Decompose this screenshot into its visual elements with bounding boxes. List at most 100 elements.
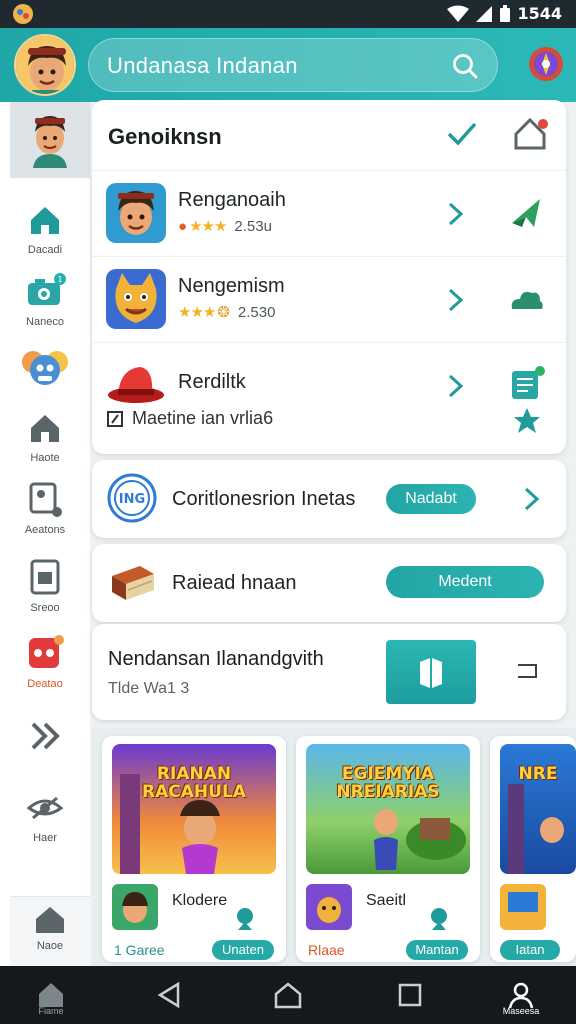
chevron-right-icon[interactable] [444, 285, 468, 315]
search-icon[interactable] [451, 52, 479, 80]
rating-coin-icon: ❂ [217, 304, 230, 321]
game-thumbnail [500, 884, 546, 930]
star-icon[interactable] [512, 406, 542, 436]
signal-icon [476, 5, 493, 22]
sidebar-item-game[interactable] [0, 346, 90, 390]
app-rating: ★★★ ❂ 2.530 [178, 303, 276, 322]
game-banner-title: RIANAN RACAHULA [142, 764, 246, 802]
app-name: Nengemism [178, 275, 285, 297]
app-rating: ● ★★★ 2.53u [178, 217, 272, 236]
connection-card[interactable]: ING Coritlonesrion Inetas Nadabt [92, 460, 566, 538]
game-action-button[interactable]: Unaten [212, 940, 274, 960]
app-thumbnail [106, 183, 166, 243]
storage-icon [30, 559, 60, 595]
sidebar: Dacadi 1 Naneco Haote Aeatons Sreoo Deat… [0, 102, 90, 966]
sidebar-item-haer[interactable]: Haer [0, 786, 90, 844]
sidebar-item-deatao[interactable]: Deatao [0, 632, 90, 690]
sidebar-item-aeatons[interactable]: Aeatons [0, 478, 90, 536]
avatar-face-icon [16, 36, 74, 94]
book-open-icon [420, 658, 442, 688]
sidebar-item-naneco[interactable]: 1 Naneco [0, 270, 90, 328]
game-banner-title: EGIEMYIA NREIARIAS [336, 764, 440, 802]
game-subtitle: Rlaae [308, 942, 345, 958]
game-banner: NRE [500, 744, 576, 874]
card-title: Genoiknsn [108, 124, 222, 149]
card-text: Raiead hnaan [172, 572, 297, 594]
back-icon[interactable] [154, 980, 184, 1010]
chevron-right-icon[interactable] [520, 484, 544, 514]
home-icon [31, 207, 59, 234]
game-banner: RIANAN RACAHULA [112, 744, 276, 874]
card-footer: Maetine ian vrlia6 [106, 408, 273, 429]
wifi-icon [447, 5, 470, 22]
recents-icon[interactable] [395, 980, 425, 1010]
app-thumbnail [106, 355, 166, 415]
sidebar-item-label: Dacadi [27, 244, 63, 256]
search-input[interactable]: Undanasa Indanan [107, 53, 298, 79]
app-thumbnail [106, 269, 166, 329]
gallery-icon [29, 482, 62, 517]
list-item[interactable]: Nengemism ★★★ ❂ 2.530 [92, 256, 566, 342]
check-icon[interactable] [446, 120, 478, 148]
game-banner: EGIEMYIA NREIARIAS [306, 744, 470, 874]
action-button[interactable]: Medent [386, 566, 544, 598]
cloud-icon[interactable] [506, 279, 546, 319]
window-icon[interactable] [516, 662, 538, 680]
badge-icon[interactable] [426, 906, 452, 932]
user-avatar[interactable] [14, 34, 76, 96]
list-item[interactable]: Renganoaih ● ★★★ 2.53u [92, 170, 566, 256]
stars-icon: ★★★ [178, 304, 216, 321]
home-icon [36, 907, 64, 933]
rating-value: 2.53u [234, 217, 272, 235]
game-tile[interactable]: RIANAN RACAHULA Klodere 1 Garee Unaten [102, 736, 286, 962]
sidebar-profile[interactable] [10, 102, 90, 178]
game-tile[interactable]: EGIEMYIA NREIARIAS Saeitl Rlaae Mantan [296, 736, 480, 962]
card-subtitle: Tlde Wa1 3 [108, 680, 190, 697]
app-name: Rerdiltk [178, 371, 246, 393]
sidebar-item-haote[interactable]: Haote [0, 406, 90, 464]
sidebar-item-label: Naoe [36, 940, 64, 952]
svg-text:ING: ING [119, 492, 145, 507]
game-banner-title: NRE [518, 764, 558, 784]
game-thumbnail [306, 884, 352, 930]
send-icon[interactable] [506, 193, 546, 233]
character-icon [306, 884, 352, 930]
status-time: 1544 [517, 4, 562, 23]
game-action-button[interactable]: Iatan [500, 940, 560, 960]
download-card[interactable]: Nendansan Ilanandgvith Tlde Wa1 3 [92, 624, 566, 720]
edit-icon [107, 410, 123, 427]
action-button[interactable]: Nadabt [386, 484, 476, 514]
sidebar-item-sreoo[interactable]: Sreoo [0, 556, 90, 614]
sidebar-item-dacadi[interactable]: Dacadi [0, 198, 90, 256]
home-button-icon[interactable] [273, 980, 303, 1010]
house-icon [31, 415, 59, 442]
badge-icon[interactable] [232, 906, 258, 932]
hat-icon [108, 367, 164, 403]
rating-value: 2.530 [237, 303, 276, 321]
reading-card[interactable]: Raiead hnaan Medent [92, 544, 566, 622]
game-badge-icon[interactable] [526, 44, 566, 84]
search-bar[interactable]: Undanasa Indanan [88, 38, 498, 92]
notes-icon[interactable] [506, 365, 546, 405]
game-carousel: RIANAN RACAHULA Klodere 1 Garee Unaten E… [92, 728, 576, 968]
card-title: Nendansan Ilanandgvith [108, 648, 324, 670]
app-header: Undanasa Indanan [0, 28, 576, 102]
system-nav-bar: Fiame Maseesa [0, 966, 576, 1024]
home-outline-icon[interactable] [510, 114, 550, 154]
footer-text: Maetine ian vrlia6 [132, 408, 274, 428]
sidebar-item-label: Deatao [27, 678, 63, 690]
eye-off-icon [26, 796, 64, 820]
game-subtitle: 1 Garee [114, 942, 165, 958]
sidebar-item-label: Aeatons [24, 524, 66, 536]
dice-icon [29, 635, 64, 668]
game-tile[interactable]: NRE Iatan [490, 736, 576, 962]
sidebar-item-naoe[interactable]: Naoe [10, 896, 90, 966]
game-thumbnail [112, 884, 158, 930]
character-icon [106, 183, 166, 243]
chevron-right-icon[interactable] [444, 371, 468, 401]
chevron-right-icon[interactable] [444, 199, 468, 229]
game-action-button[interactable]: Mantan [406, 940, 468, 960]
open-button[interactable] [386, 640, 476, 704]
sidebar-item-forward[interactable] [0, 714, 90, 758]
profile-character-icon [33, 116, 67, 168]
